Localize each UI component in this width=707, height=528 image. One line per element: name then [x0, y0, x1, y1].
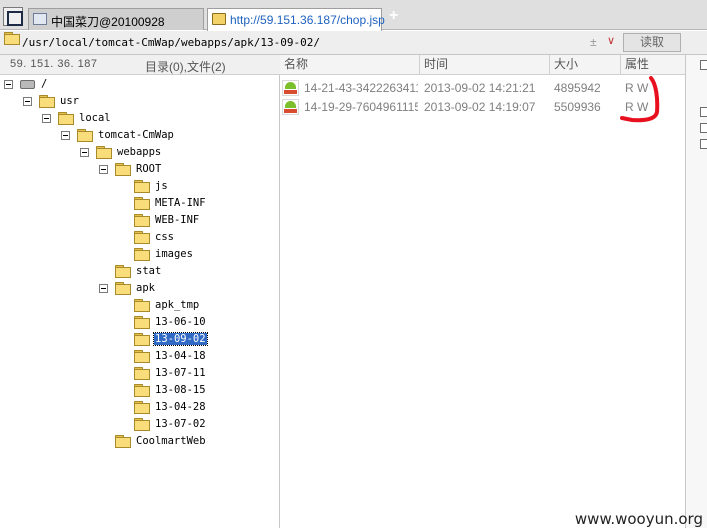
annotation-stroke	[620, 76, 660, 123]
watermark: www.wooyun.org	[574, 510, 703, 528]
red-annotation-mark	[620, 76, 660, 123]
